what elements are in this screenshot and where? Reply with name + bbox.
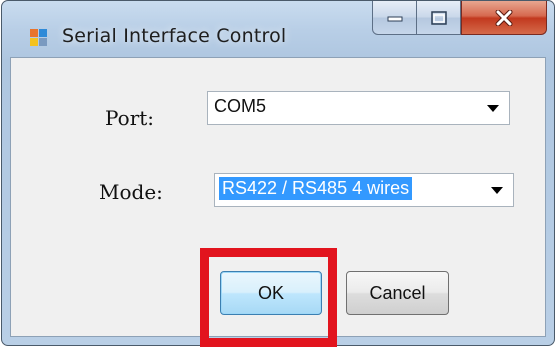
windows-app-icon[interactable] <box>30 29 47 46</box>
cancel-button[interactable]: Cancel <box>346 271 449 315</box>
minimize-icon <box>387 16 402 21</box>
minimize-button[interactable] <box>372 1 417 35</box>
maximize-icon <box>430 10 447 25</box>
mode-label: Mode: <box>99 180 163 204</box>
mode-value: RS422 / RS485 4 wires <box>219 177 413 200</box>
ok-button[interactable]: OK <box>220 271 322 315</box>
port-dropdown[interactable]: COM5 <box>207 91 510 125</box>
title-bar[interactable]: Serial Interface Control <box>2 1 554 57</box>
dialog-body: Port: COM5 Mode: RS422 / RS485 4 wires O… <box>10 57 546 337</box>
close-button[interactable] <box>461 1 547 35</box>
mode-dropdown[interactable]: RS422 / RS485 4 wires <box>214 173 514 207</box>
caption-buttons <box>372 1 547 41</box>
chevron-down-icon[interactable] <box>487 105 499 112</box>
window-title: Serial Interface Control <box>62 25 287 47</box>
close-icon <box>495 9 513 26</box>
dialog-window: Serial Interface Control Port: COM5 Mode… <box>1 0 555 346</box>
chevron-down-icon[interactable] <box>491 187 503 194</box>
maximize-button[interactable] <box>417 1 461 35</box>
port-label: Port: <box>105 106 155 130</box>
port-value: COM5 <box>214 96 267 116</box>
